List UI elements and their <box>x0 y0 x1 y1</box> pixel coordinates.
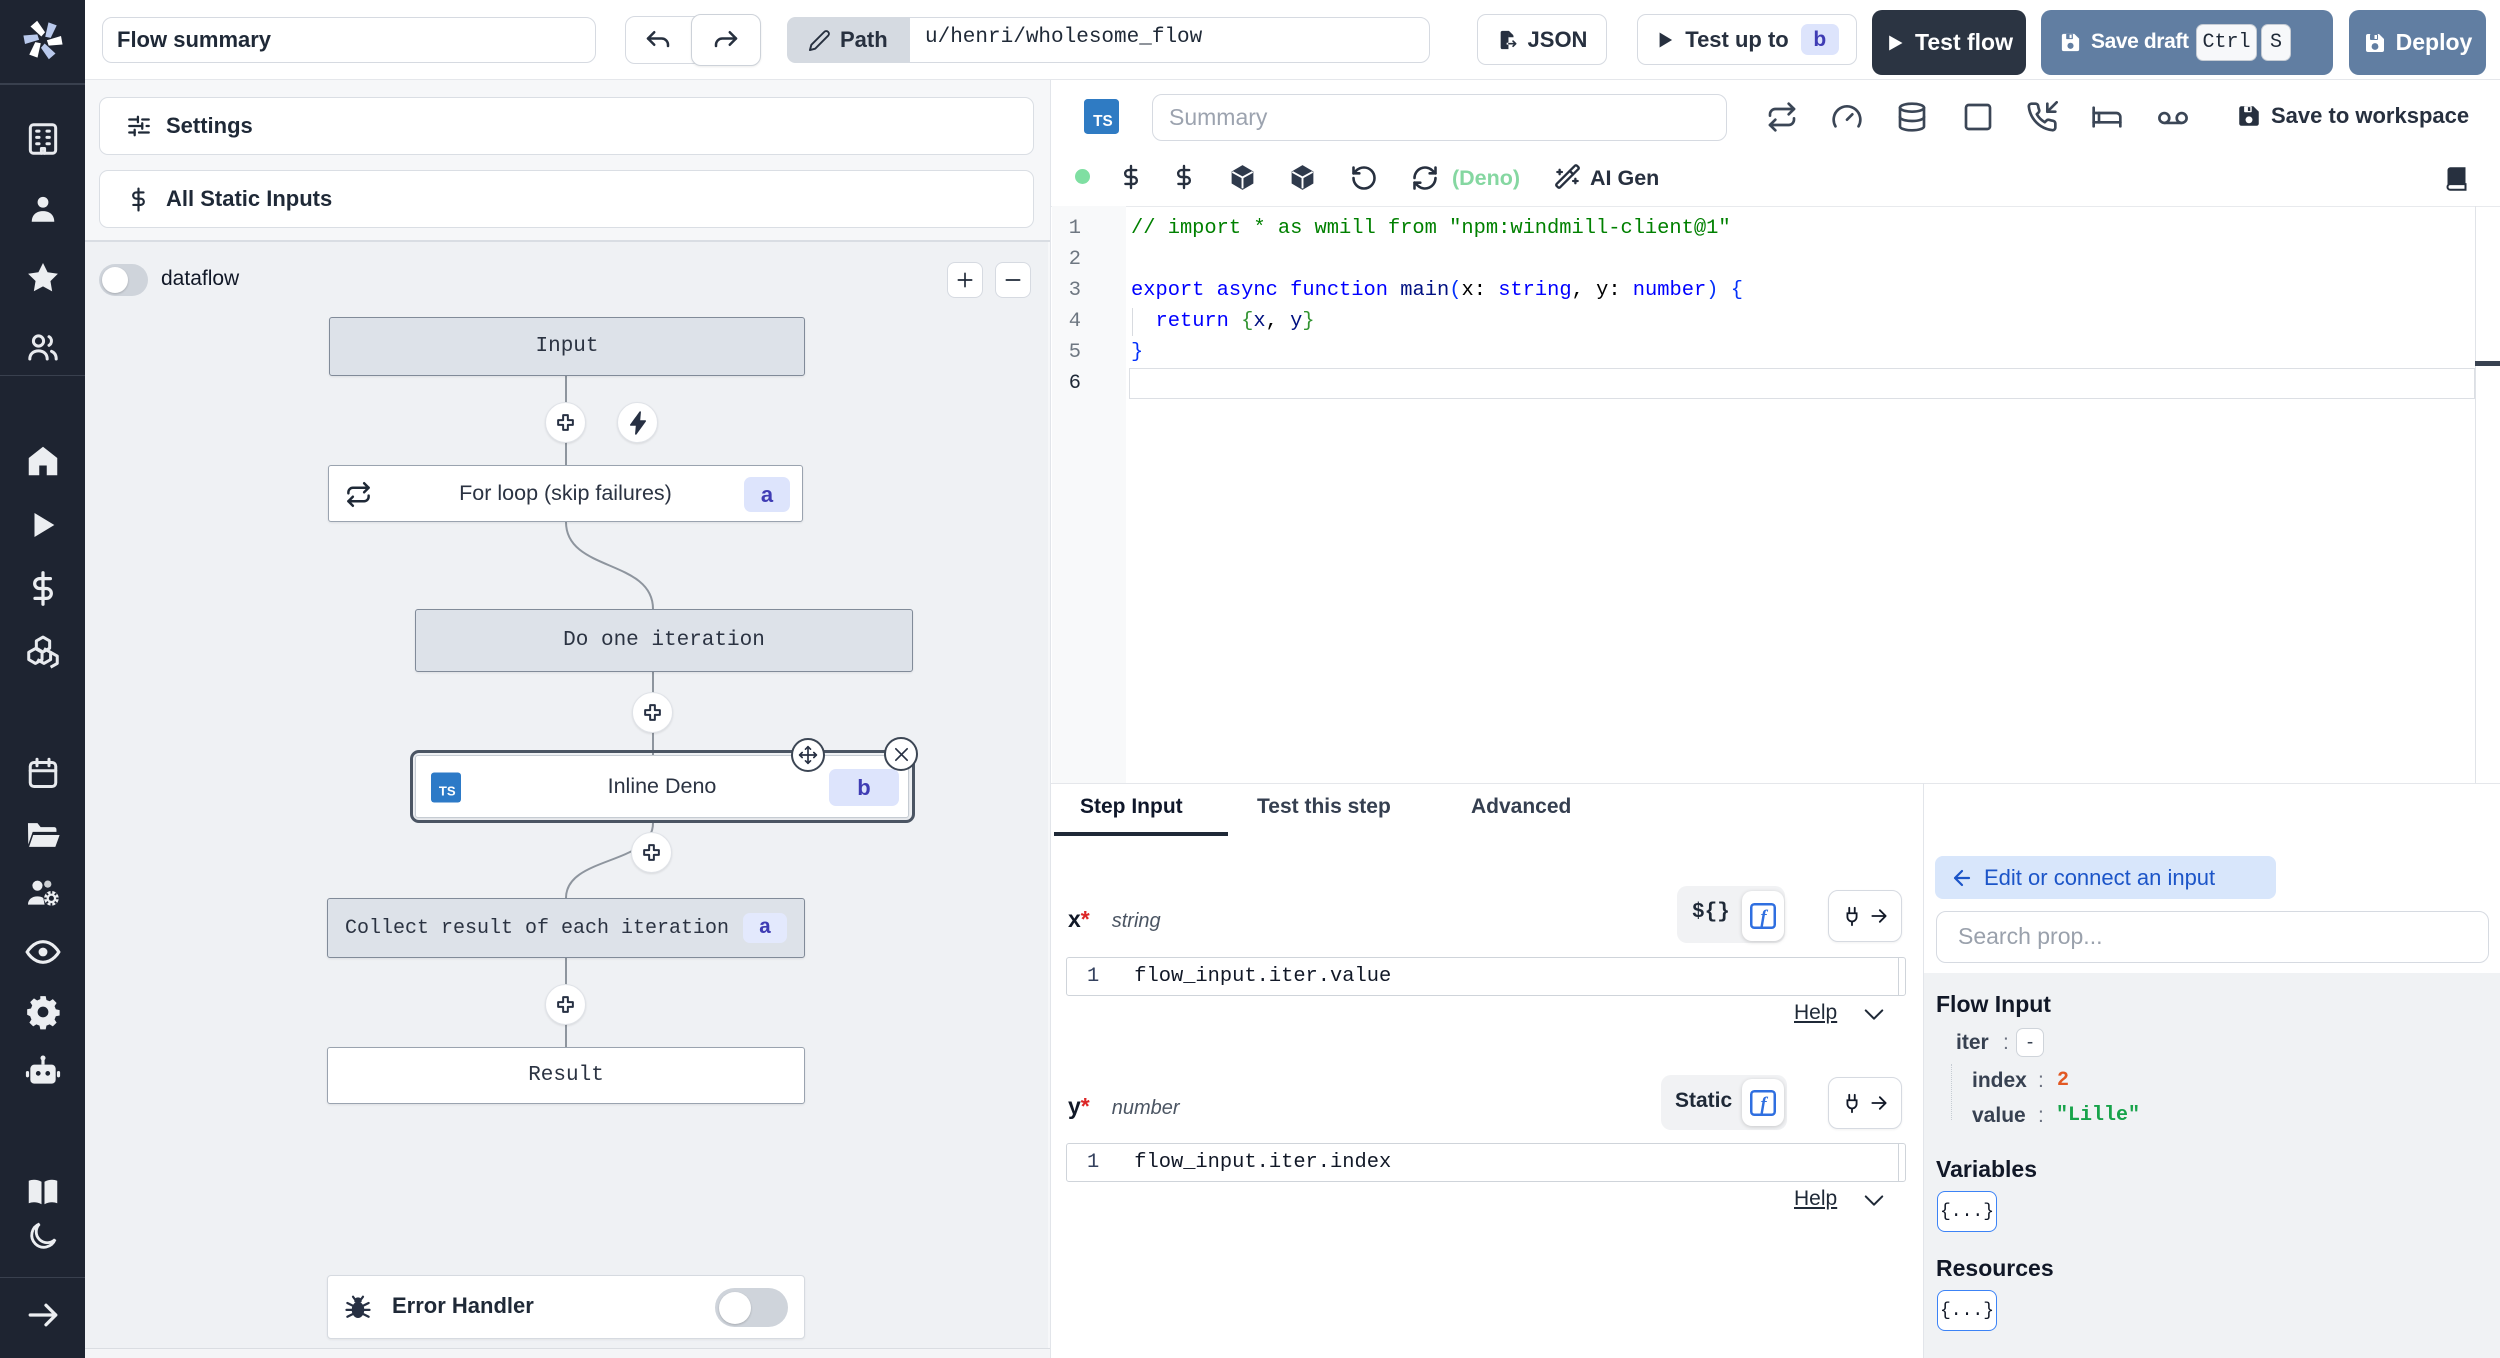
svg-text:f: f <box>1760 907 1768 928</box>
svg-text:TS: TS <box>439 784 456 799</box>
svg-text:TS: TS <box>1093 113 1113 130</box>
svg-text:f: f <box>1760 1094 1768 1115</box>
